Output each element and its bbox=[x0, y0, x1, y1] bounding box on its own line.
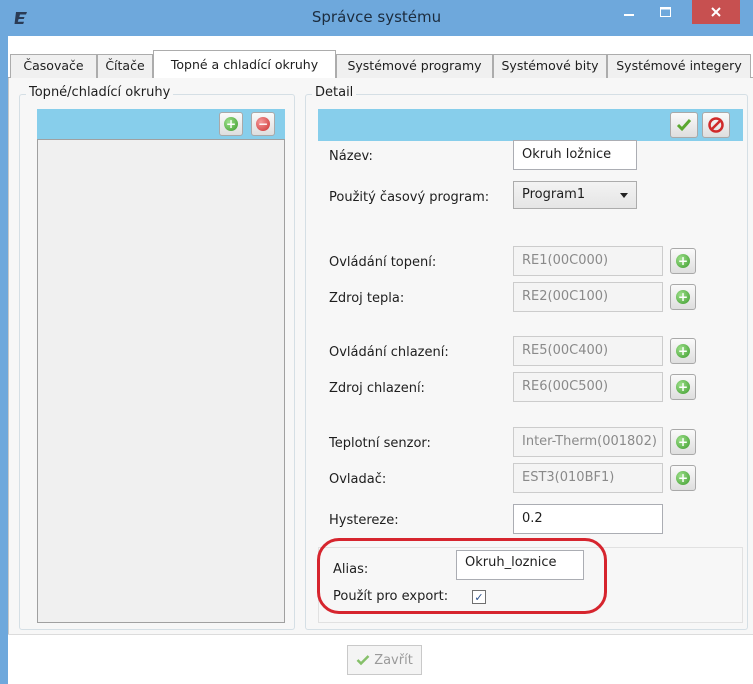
tab-systemove-bity[interactable]: Systémové bity bbox=[493, 54, 607, 78]
nazev-input[interactable]: Okruh ložnice bbox=[513, 140, 637, 170]
program-select-value: Program1 bbox=[522, 187, 586, 202]
ovladani-topeni-label: Ovládání topení: bbox=[329, 255, 437, 270]
red-highlight-annotation bbox=[317, 538, 607, 614]
zdroj-tepla-input[interactable]: RE2(00C100) bbox=[513, 282, 663, 312]
hystereze-label: Hystereze: bbox=[329, 513, 399, 528]
circuits-list[interactable] bbox=[37, 139, 285, 623]
ovladac-input[interactable]: EST3(010BF1) bbox=[513, 463, 663, 493]
tab-systemove-integery[interactable]: Systémové integery bbox=[607, 54, 751, 78]
close-window-button[interactable] bbox=[692, 0, 740, 24]
ovladani-chlazeni-input[interactable]: RE5(00C400) bbox=[513, 336, 663, 366]
plus-icon: + bbox=[676, 380, 690, 394]
close-dialog-button[interactable]: Zavřít bbox=[347, 645, 422, 675]
hystereze-input[interactable]: 0.2 bbox=[513, 504, 663, 534]
maximize-button[interactable] bbox=[648, 0, 682, 24]
plus-icon: + bbox=[676, 290, 690, 304]
plus-icon: + bbox=[224, 117, 238, 131]
teplotni-senzor-input[interactable]: Inter-Therm(001802) bbox=[513, 427, 663, 457]
zdroj-tepla-label: Zdroj tepla: bbox=[329, 291, 405, 306]
zdroj-chlazeni-input[interactable]: RE6(00C500) bbox=[513, 372, 663, 402]
checkmark-icon bbox=[356, 655, 370, 666]
ovladani-topeni-select-button[interactable]: + bbox=[670, 248, 696, 274]
remove-circuit-button[interactable]: − bbox=[251, 112, 275, 136]
plus-icon: + bbox=[676, 471, 690, 485]
app-window: Správce systému Časovače Čítače Topné a … bbox=[0, 0, 753, 684]
ovladani-chlazeni-select-button[interactable]: + bbox=[670, 338, 696, 364]
plus-icon: + bbox=[676, 344, 690, 358]
plus-icon: + bbox=[676, 435, 690, 449]
title-bar[interactable]: Správce systému bbox=[0, 0, 753, 36]
circuits-panel-title: Topné/chladící okruhy bbox=[26, 85, 174, 100]
circuits-panel: Topné/chladící okruhy + − bbox=[19, 85, 295, 630]
tab-topne-a-chladici-okruhy[interactable]: Topné a chladící okruhy bbox=[153, 50, 336, 79]
cancel-button[interactable] bbox=[702, 112, 730, 138]
confirm-button[interactable] bbox=[670, 112, 698, 138]
ovladac-select-button[interactable]: + bbox=[670, 465, 696, 491]
tab-content: Topné/chladící okruhy + − Detail Název: … bbox=[8, 78, 753, 634]
tab-strip: Časovače Čítače Topné a chladící okruhy … bbox=[8, 50, 753, 79]
teplotni-senzor-label: Teplotní senzor: bbox=[329, 436, 431, 451]
tab-casovace[interactable]: Časovače bbox=[10, 54, 97, 78]
program-select[interactable]: Program1 bbox=[513, 181, 637, 209]
nazev-label: Název: bbox=[329, 149, 373, 164]
detail-panel-title: Detail bbox=[312, 85, 357, 100]
plus-icon: + bbox=[676, 254, 690, 268]
chevron-down-icon bbox=[620, 193, 628, 198]
minimize-icon bbox=[624, 14, 634, 16]
minimize-button[interactable] bbox=[612, 0, 646, 24]
ovladac-label: Ovladač: bbox=[329, 472, 387, 487]
close-icon bbox=[711, 7, 721, 17]
tab-citace[interactable]: Čítače bbox=[97, 54, 153, 78]
maximize-icon bbox=[659, 7, 671, 17]
zdroj-tepla-select-button[interactable]: + bbox=[670, 284, 696, 310]
ovladani-chlazeni-label: Ovládání chlazení: bbox=[329, 345, 449, 360]
ovladani-topeni-input[interactable]: RE1(00C000) bbox=[513, 246, 663, 276]
minus-icon: − bbox=[256, 117, 270, 131]
window-client-area: Časovače Čítače Topné a chladící okruhy … bbox=[8, 36, 753, 684]
close-dialog-label: Zavřít bbox=[374, 652, 413, 668]
teplotni-senzor-select-button[interactable]: + bbox=[670, 429, 696, 455]
detail-panel: Detail Název: Okruh ložnice Použitý časo… bbox=[305, 85, 748, 630]
program-label: Použitý časový program: bbox=[329, 190, 490, 205]
footer: Zavřít bbox=[8, 634, 753, 684]
zdroj-chlazeni-select-button[interactable]: + bbox=[670, 374, 696, 400]
zdroj-chlazeni-label: Zdroj chlazení: bbox=[329, 381, 425, 396]
checkmark-icon bbox=[676, 119, 692, 132]
cancel-icon bbox=[708, 117, 724, 133]
tab-systemove-programy[interactable]: Systémové programy bbox=[336, 54, 493, 78]
circuits-toolbar: + − bbox=[37, 109, 285, 139]
detail-toolbar bbox=[318, 109, 743, 141]
add-circuit-button[interactable]: + bbox=[219, 112, 243, 136]
